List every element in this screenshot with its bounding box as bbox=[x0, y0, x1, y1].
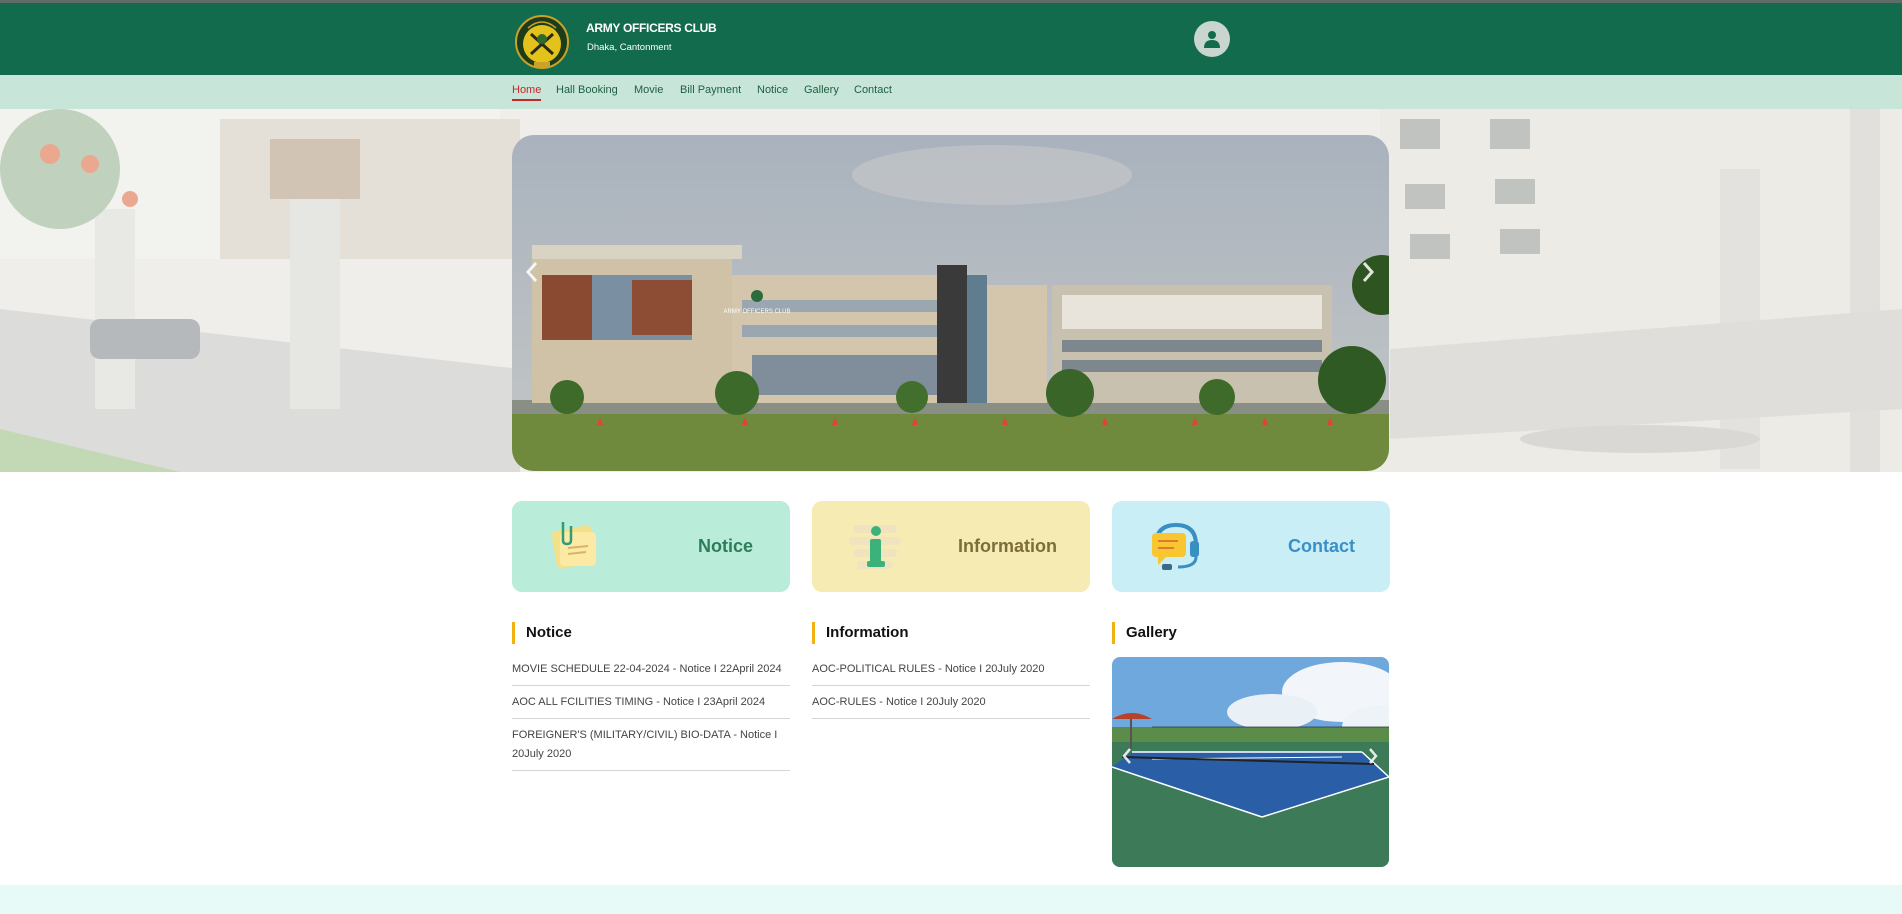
tile-contact-label: Contact bbox=[1288, 536, 1355, 556]
headset-chat-icon bbox=[1152, 522, 1199, 570]
chevron-left-icon bbox=[1122, 748, 1131, 764]
notice-heading: Notice bbox=[512, 622, 572, 644]
gallery-prev-arrow[interactable] bbox=[1122, 747, 1132, 770]
site-subtitle: Dhaka, Cantonment bbox=[587, 42, 672, 53]
nav-item-bill-payment[interactable]: Bill Payment bbox=[680, 84, 741, 96]
page-footer bbox=[0, 885, 1902, 914]
profile-button[interactable] bbox=[1194, 21, 1230, 57]
notice-list: MOVIE SCHEDULE 22-04-2024 - Notice I 22A… bbox=[512, 653, 790, 771]
nav-item-notice[interactable]: Notice bbox=[757, 84, 788, 96]
notice-item[interactable]: MOVIE SCHEDULE 22-04-2024 - Notice I 22A… bbox=[512, 653, 790, 686]
chevron-right-icon bbox=[1369, 748, 1378, 764]
hero-prev-arrow[interactable] bbox=[525, 259, 538, 289]
user-icon bbox=[1204, 31, 1220, 48]
tile-notice[interactable]: Notice bbox=[512, 501, 790, 592]
nav-item-contact[interactable]: Contact bbox=[854, 84, 892, 96]
information-item[interactable]: AOC-RULES - Notice I 20July 2020 bbox=[812, 686, 1090, 719]
tile-notice-label: Notice bbox=[698, 536, 754, 556]
tile-information-label: Information bbox=[958, 536, 1057, 556]
nav-item-gallery[interactable]: Gallery bbox=[804, 84, 839, 96]
notice-item[interactable]: AOC ALL FCILITIES TIMING - Notice I 23Ap… bbox=[512, 686, 790, 719]
information-item[interactable]: AOC-POLITICAL RULES - Notice I 20July 20… bbox=[812, 653, 1090, 686]
main-nav: Home Hall Booking Movie Bill Payment Not… bbox=[0, 75, 1902, 109]
club-building-photo: ARMY OFFICERS CLUB bbox=[512, 135, 1389, 471]
building-signage: ARMY OFFICERS CLUB bbox=[724, 309, 791, 315]
chevron-left-icon bbox=[525, 262, 538, 282]
notice-item[interactable]: FOREIGNER'S (MILITARY/CIVIL) BIO-DATA - … bbox=[512, 719, 790, 771]
chevron-right-icon bbox=[1362, 262, 1375, 282]
nav-item-movie[interactable]: Movie bbox=[634, 84, 663, 96]
hero-slide-image: ARMY OFFICERS CLUB bbox=[512, 135, 1389, 471]
sticky-note-icon bbox=[551, 522, 597, 569]
tile-information[interactable]: Information bbox=[812, 501, 1090, 592]
tennis-court-photo bbox=[1112, 657, 1389, 867]
club-crest-icon[interactable] bbox=[512, 14, 572, 70]
nav-item-home[interactable]: Home bbox=[512, 84, 541, 96]
information-list: AOC-POLITICAL RULES - Notice I 20July 20… bbox=[812, 653, 1090, 719]
information-heading: Information bbox=[812, 622, 909, 644]
nav-item-hall-booking[interactable]: Hall Booking bbox=[556, 84, 618, 96]
active-indicator bbox=[512, 99, 541, 101]
tile-contact[interactable]: Contact bbox=[1112, 501, 1390, 592]
site-header: ARMY OFFICERS CLUB Dhaka, Cantonment bbox=[0, 3, 1902, 75]
gallery-heading: Gallery bbox=[1112, 622, 1177, 644]
hero-carousel: ARMY OFFICERS CLUB bbox=[0, 109, 1902, 472]
hero-next-arrow[interactable] bbox=[1362, 259, 1375, 289]
gallery-next-arrow[interactable] bbox=[1368, 747, 1378, 770]
info-icon bbox=[849, 525, 901, 569]
gallery-carousel bbox=[1112, 657, 1389, 867]
site-title: ARMY OFFICERS CLUB bbox=[586, 21, 717, 35]
